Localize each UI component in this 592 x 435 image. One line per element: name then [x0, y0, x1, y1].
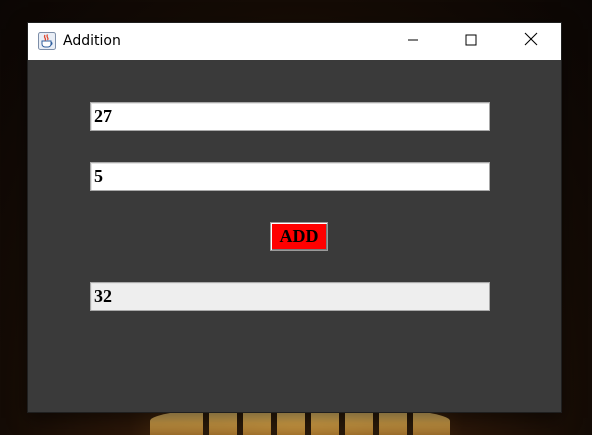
addition-window: Addition 27 5 ADD 32	[28, 23, 561, 412]
first-number-input[interactable]	[90, 102, 490, 131]
maximize-button[interactable]	[442, 23, 500, 60]
close-button[interactable]	[502, 23, 560, 60]
minimize-icon	[407, 33, 419, 51]
window-title: Addition	[63, 33, 121, 49]
content-pane: ADD	[28, 60, 561, 412]
add-button[interactable]: ADD	[270, 222, 328, 251]
minimize-button[interactable]	[384, 23, 442, 60]
desktop-wallpaper-bars	[175, 410, 425, 435]
result-field[interactable]	[90, 282, 490, 311]
title-bar[interactable]: Addition	[28, 23, 561, 60]
second-number-input[interactable]	[90, 162, 490, 191]
close-icon	[524, 32, 538, 51]
maximize-icon	[465, 33, 477, 51]
java-cup-icon	[38, 32, 56, 50]
